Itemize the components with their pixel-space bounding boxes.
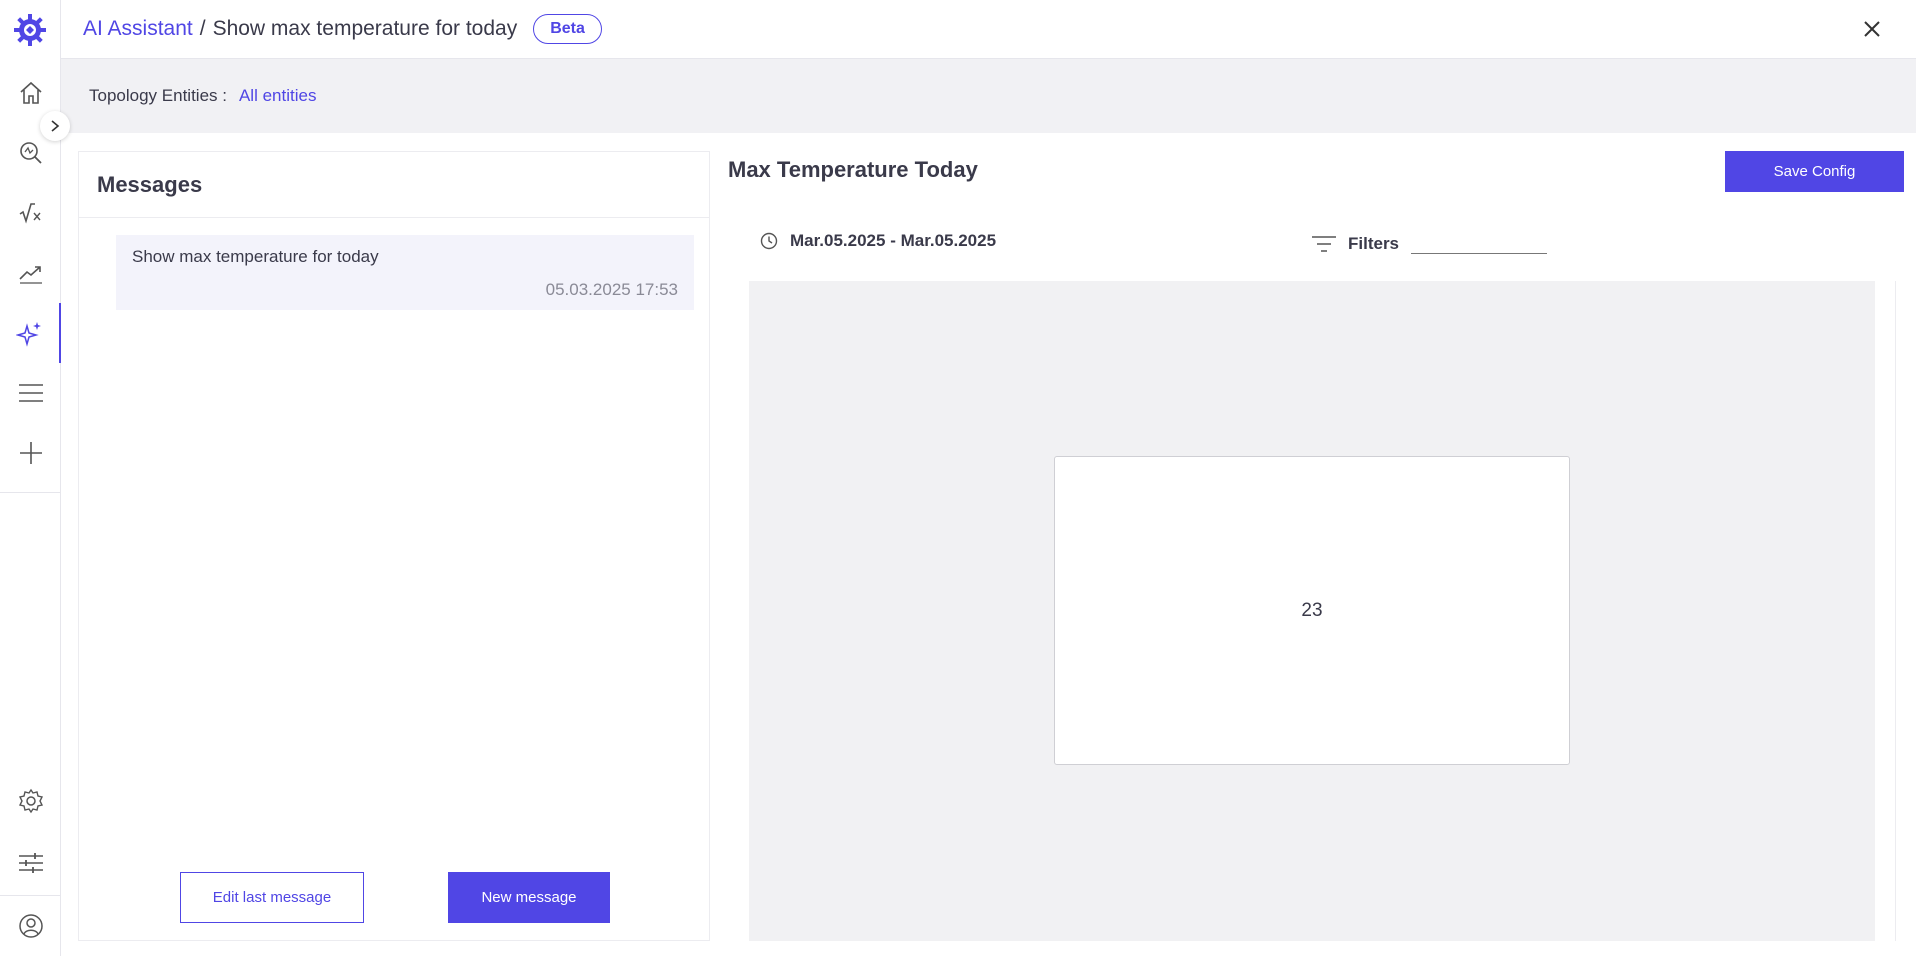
filters-label: Filters [1348,234,1400,253]
breadcrumb-current: Show max temperature for today [212,17,518,40]
filters-control[interactable]: Filters [1310,230,1548,258]
sidebar-item-list[interactable] [0,363,61,423]
sidebar-item-formula[interactable] [0,183,61,243]
menu-icon [18,384,43,402]
breadcrumb-separator: / [199,17,206,40]
sidebar-item-ai-assistant[interactable] [0,303,61,363]
sidebar-item-settings[interactable] [0,771,61,831]
close-icon [1864,21,1880,37]
topology-bar: Topology Entities : All entities [61,59,1916,133]
beta-badge: Beta [533,14,602,44]
date-range-text: Mar.05.2025 - Mar.05.2025 [790,231,997,250]
trend-icon [18,266,42,284]
sidebar-item-add[interactable] [0,423,61,483]
message-timestamp: 05.03.2025 17:53 [545,280,678,299]
sliders-icon [18,853,43,873]
value-text: 23 [1301,599,1323,621]
home-icon [19,81,42,104]
message-item[interactable]: Show max temperature for today 05.03.202… [116,235,694,310]
breadcrumb: AI Assistant / Show max temperature for … [83,17,517,41]
message-text: Show max temperature for today [132,247,379,266]
sidebar-item-profile[interactable] [0,896,61,956]
panel-title: Max Temperature Today [728,157,978,182]
logo-icon[interactable] [12,12,48,48]
ai-sparkle-icon [15,322,41,347]
breadcrumb-ai-assistant[interactable]: AI Assistant [83,17,193,41]
visualization-canvas: 23 [749,281,1875,941]
filters-input[interactable] [1411,252,1548,254]
sidebar-item-trends[interactable] [0,243,61,303]
formula-icon [19,203,41,224]
edit-last-message-button[interactable]: Edit last message [180,872,364,923]
sidebar-expand-button[interactable] [40,111,70,141]
sidebar-item-preferences[interactable] [0,833,61,893]
save-config-button[interactable]: Save Config [1725,151,1904,192]
topology-label: Topology Entities : [89,86,227,105]
filter-icon [1312,236,1336,252]
chevron-right-icon [51,120,60,132]
scrollbar[interactable] [1895,281,1903,941]
messages-title: Messages [79,152,709,218]
topology-entities-link[interactable]: All entities [239,86,316,106]
gear-icon [18,788,43,814]
sidebar [0,0,61,956]
date-range-picker[interactable]: Mar.05.2025 - Mar.05.2025 [760,231,996,251]
user-icon [18,914,43,938]
header: AI Assistant / Show max temperature for … [61,0,1916,59]
search-icon [19,142,42,164]
new-message-button[interactable]: New message [448,872,610,923]
messages-panel: Messages Show max temperature for today … [78,151,710,941]
close-button[interactable] [1858,15,1886,43]
value-card: 23 [1054,456,1570,765]
clock-icon [760,232,778,250]
plus-icon [19,442,42,464]
